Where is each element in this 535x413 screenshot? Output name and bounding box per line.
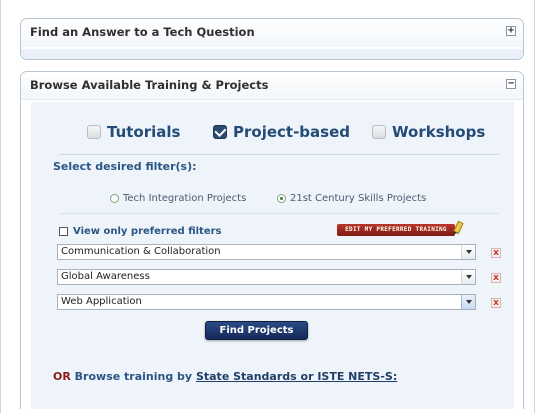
chevron-down-icon[interactable] xyxy=(461,245,475,259)
type-option-project-based[interactable]: Project-based xyxy=(213,118,350,146)
browse-training-panel: Browse Available Training & Projects − T… xyxy=(20,71,524,409)
radio-tech-integration[interactable]: Tech Integration Projects xyxy=(110,193,246,204)
browse-by-standards-row: OR Browse training by State Standards or… xyxy=(53,370,397,383)
preferred-filters-label[interactable]: View only preferred filters xyxy=(73,226,222,237)
or-label: OR xyxy=(53,370,71,383)
filter-section-title: Select desired filter(s): xyxy=(53,160,197,173)
chevron-down-icon[interactable] xyxy=(461,270,475,284)
tech-question-title: Find an Answer to a Tech Question xyxy=(30,25,255,39)
collapse-icon[interactable]: − xyxy=(506,79,516,89)
browse-training-title: Browse Available Training & Projects xyxy=(30,78,269,92)
type-option-workshops[interactable]: Workshops xyxy=(372,118,485,146)
standards-link[interactable]: State Standards or ISTE NETS-S: xyxy=(196,370,397,383)
filter-select-1-value: Communication & Collaboration xyxy=(61,246,221,257)
radio-tech-integration-button[interactable] xyxy=(110,194,119,203)
edit-preferred-training-label: EDIT MY PREFERRED TRAINING xyxy=(345,226,447,233)
expand-icon[interactable]: + xyxy=(506,26,516,36)
tech-question-body xyxy=(21,49,523,59)
type-option-tutorials[interactable]: Tutorials xyxy=(87,118,180,146)
tech-question-panel: Find an Answer to a Tech Question + xyxy=(20,18,524,60)
workshops-label: Workshops xyxy=(392,123,486,141)
browse-training-header[interactable]: Browse Available Training & Projects − xyxy=(21,72,523,100)
preferred-filters-row: View only preferred filters EDIT MY PREF… xyxy=(59,224,479,240)
filter-select-3-value: Web Application xyxy=(61,296,142,307)
remove-filter-3-icon[interactable]: x xyxy=(491,298,501,308)
remove-filter-2-icon[interactable]: x xyxy=(491,273,501,283)
radio-divider xyxy=(59,213,499,214)
page-frame-left xyxy=(0,0,1,413)
radio-21st-century[interactable]: 21st Century Skills Projects xyxy=(277,193,426,204)
project-based-label: Project-based xyxy=(233,123,350,141)
remove-filter-1-icon[interactable]: x xyxy=(491,248,501,258)
tech-question-header[interactable]: Find an Answer to a Tech Question + xyxy=(21,19,523,47)
workshops-checkbox[interactable] xyxy=(372,125,386,139)
preferred-filters-checkbox[interactable] xyxy=(59,227,68,236)
radio-tech-integration-label: Tech Integration Projects xyxy=(123,193,247,204)
filter-select-2[interactable]: Global Awareness xyxy=(57,269,476,285)
type-row-divider xyxy=(59,154,499,155)
browse-training-body: Tutorials Project-based Workshops Select… xyxy=(31,102,514,409)
project-category-radios: Tech Integration Projects 21st Century S… xyxy=(31,193,514,209)
tutorials-label: Tutorials xyxy=(107,123,181,141)
chevron-down-icon[interactable] xyxy=(461,295,475,309)
project-based-checkbox[interactable] xyxy=(213,125,227,139)
filter-select-1[interactable]: Communication & Collaboration xyxy=(57,244,476,260)
tutorials-checkbox[interactable] xyxy=(87,125,101,139)
radio-21st-century-label: 21st Century Skills Projects xyxy=(290,193,427,204)
pencil-icon xyxy=(450,220,463,236)
radio-21st-century-button[interactable] xyxy=(277,194,286,203)
filter-select-3[interactable]: Web Application xyxy=(57,294,476,310)
filter-select-2-value: Global Awareness xyxy=(61,271,150,282)
browse-by-label: Browse training by xyxy=(74,370,193,383)
edit-preferred-training-button[interactable]: EDIT MY PREFERRED TRAINING xyxy=(337,224,455,236)
find-projects-button[interactable]: Find Projects xyxy=(205,321,308,340)
training-type-row: Tutorials Project-based Workshops xyxy=(31,118,514,146)
